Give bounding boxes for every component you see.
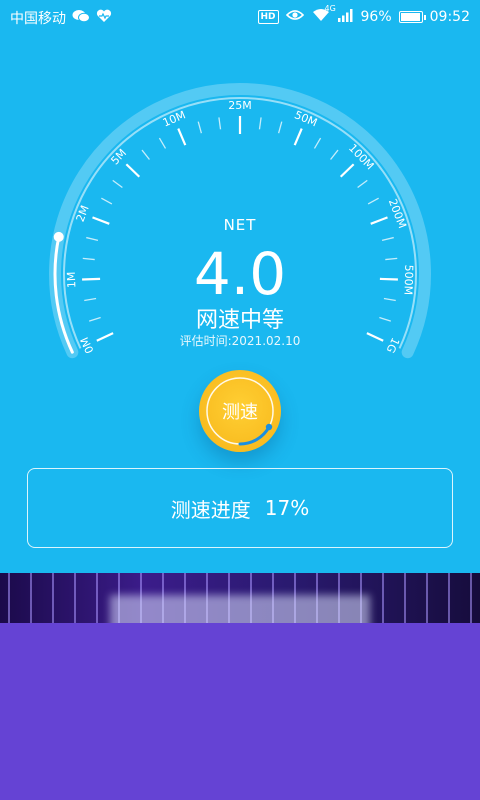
net-label: NET bbox=[223, 216, 257, 234]
battery-icon bbox=[398, 11, 426, 23]
ad-banner-image[interactable] bbox=[0, 573, 480, 623]
wechat-icon bbox=[72, 9, 90, 27]
gauge-scale-label: 25M bbox=[228, 99, 252, 112]
evaluation-time: 评估时间:2021.02.10 bbox=[179, 334, 301, 348]
clock-time: 09:52 bbox=[429, 9, 470, 25]
gauge-minor-tick bbox=[197, 121, 203, 134]
progress-panel: 测速进度 17% bbox=[27, 468, 453, 548]
gauge-major-tick bbox=[125, 163, 141, 178]
signal-icon bbox=[337, 8, 354, 26]
speed-status: 网速中等 bbox=[195, 308, 284, 333]
gauge-minor-tick bbox=[218, 117, 222, 130]
speed-value: 4.0 bbox=[193, 240, 287, 308]
banner-glow bbox=[110, 595, 370, 623]
progress-value: 17% bbox=[264, 496, 310, 520]
progress-label: 测速进度 bbox=[170, 497, 251, 522]
carrier-name: 中国移动 bbox=[10, 11, 66, 27]
hd-badge: HD bbox=[257, 10, 279, 24]
gauge-minor-tick bbox=[330, 149, 339, 160]
gauge-minor-tick bbox=[357, 179, 368, 189]
gauge-major-tick bbox=[177, 128, 187, 146]
network-type-badge: 4G bbox=[324, 4, 336, 13]
battery-percent: 96% bbox=[360, 9, 392, 25]
eye-icon bbox=[285, 9, 304, 25]
speed-test-button[interactable]: 测速 bbox=[199, 370, 281, 452]
status-bar: 中国移动 HD 4G 96% 09:52 bbox=[0, 0, 480, 34]
gauge-major-tick bbox=[339, 163, 355, 178]
gauge-scale-label: 5M bbox=[108, 147, 129, 168]
ad-area[interactable] bbox=[0, 623, 480, 800]
gauge-minor-tick bbox=[101, 197, 113, 205]
gauge-minor-tick bbox=[313, 137, 322, 149]
gauge-minor-tick bbox=[158, 137, 167, 149]
gauge-minor-tick bbox=[277, 121, 283, 134]
gauge-minor-tick bbox=[258, 117, 262, 130]
speed-test-panel: 0M 1M 2M 5M 10M 25M 50M 100M 200M 500M 1G NET 4.0 … bbox=[0, 34, 480, 574]
wifi-icon: 4G bbox=[311, 4, 336, 26]
speed-test-button-label: 测速 bbox=[222, 402, 258, 423]
gauge-minor-tick bbox=[112, 179, 123, 189]
gauge-minor-tick bbox=[141, 149, 150, 160]
gauge-minor-tick bbox=[367, 197, 379, 205]
health-icon bbox=[96, 9, 112, 27]
gauge-major-tick bbox=[293, 128, 303, 146]
